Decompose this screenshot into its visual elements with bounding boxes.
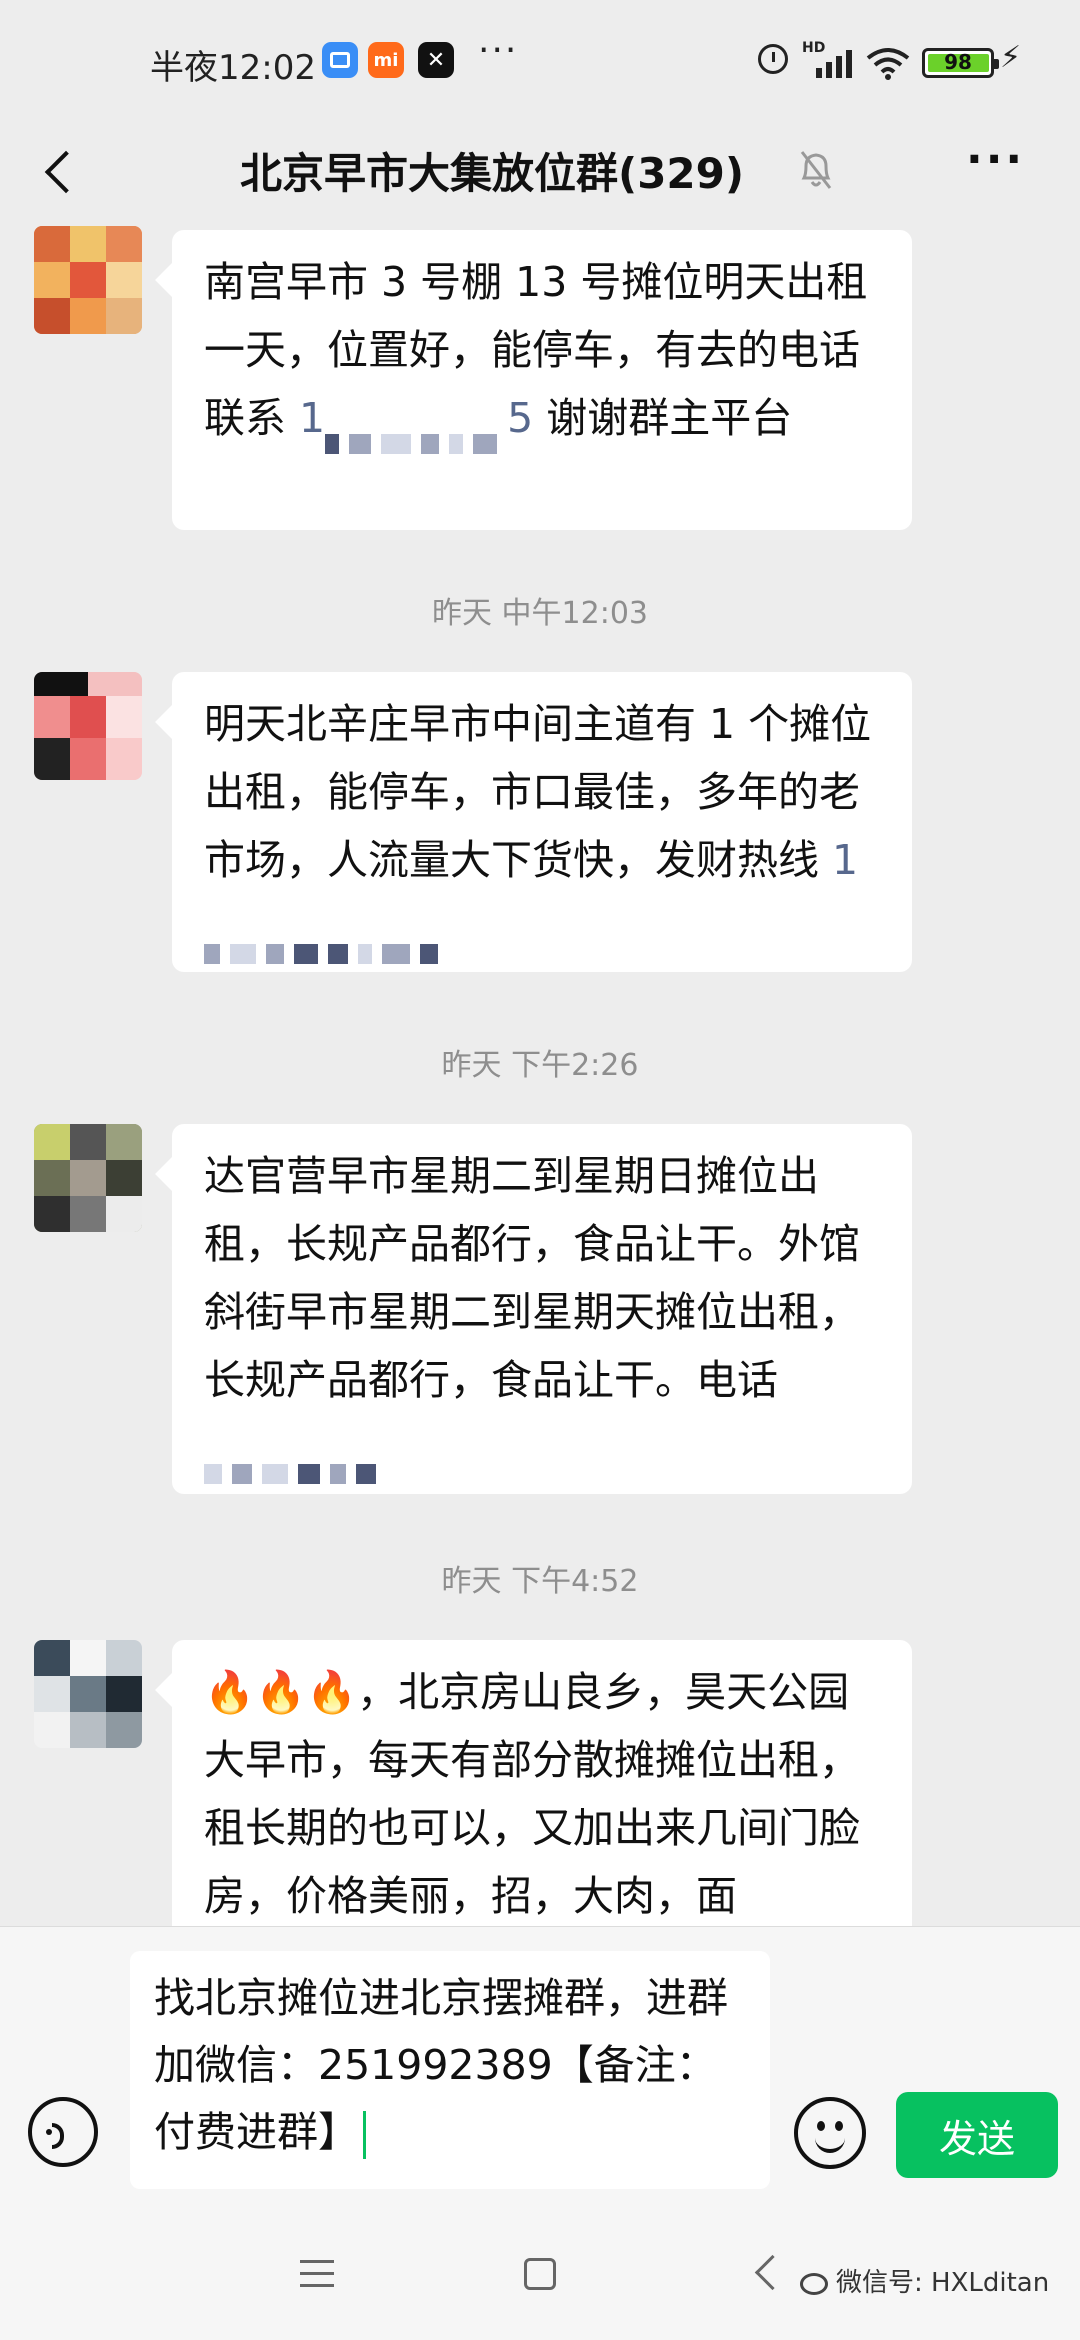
wechat-icon: [800, 2272, 828, 2295]
emoji-button[interactable]: [794, 2097, 866, 2169]
status-bar: 半夜12:02 mi ✕ ··· HD 98 ⚡: [0, 0, 1080, 128]
capcut-app-icon: ✕: [418, 42, 454, 78]
avatar[interactable]: [34, 226, 142, 334]
chat-header: 北京早市大集放位群(329) ···: [0, 128, 1080, 224]
chevron-left-icon: [44, 150, 88, 194]
message-draft: 找北京摊位进北京摆摊群，进群加微信：251992389【备注：付费进群】: [154, 1974, 728, 2156]
send-button[interactable]: 发送: [896, 2092, 1058, 2178]
redacted-mosaic: [204, 917, 448, 964]
watermark: 微信号: HXLditan: [800, 2262, 1049, 2299]
message-text: 达官营早市星期二到星期日摊位出租，长规产品都行，食品让干。外馆斜街早市星期二到星…: [204, 1152, 860, 1404]
home-button[interactable]: [524, 2258, 556, 2290]
back-button[interactable]: [30, 142, 90, 202]
timestamp: 昨天 下午4:52: [441, 1564, 639, 1599]
text-cursor: [363, 2111, 366, 2159]
voice-input-button[interactable]: [28, 2097, 98, 2167]
redacted-mosaic: [204, 1437, 386, 1484]
mi-app-icon: mi: [368, 42, 404, 78]
signal-icon: [812, 44, 854, 78]
timestamp: 昨天 下午2:26: [441, 1048, 639, 1083]
status-time: 半夜12:02: [150, 48, 316, 88]
wifi-icon: [866, 48, 910, 80]
mute-bell-icon: [800, 151, 832, 189]
battery-level: 98: [944, 50, 972, 74]
message-bubble[interactable]: 南宫早市 3 号棚 13 号摊位明天出租一天，位置好，能停车，有去的电话联系 1…: [172, 230, 912, 530]
message-text: 谢谢群主平台: [533, 394, 793, 442]
message-input[interactable]: 找北京摊位进北京摆摊群，进群加微信：251992389【备注：付费进群】: [130, 1951, 770, 2189]
message-text: 🔥🔥🔥，北京房山良乡，昊天公园大早市，每天有部分散摊摊位出租，租长期的也可以，又…: [204, 1668, 860, 1920]
input-bar: 找北京摊位进北京摆摊群，进群加微信：251992389【备注：付费进群】 发送: [0, 1926, 1080, 2211]
avatar[interactable]: [34, 1124, 142, 1232]
redacted-mosaic: [325, 407, 507, 454]
group-title: 北京早市大集放位群(329): [240, 149, 745, 198]
recent-apps-button[interactable]: [300, 2260, 334, 2288]
avatar[interactable]: [34, 672, 142, 780]
system-back-button[interactable]: [754, 2254, 791, 2291]
message-bubble[interactable]: 达官营早市星期二到星期日摊位出租，长规产品都行，食品让干。外馆斜街早市星期二到星…: [172, 1124, 912, 1494]
phone-number-link[interactable]: 15: [299, 394, 533, 454]
calendar-app-icon: [322, 42, 358, 78]
more-menu-button[interactable]: ···: [966, 134, 1025, 185]
message-text: 明天北辛庄早市中间主道有 1 个摊位出租，能停车，市口最佳，多年的老市场，人流量…: [204, 700, 872, 884]
alarm-icon: [758, 44, 788, 74]
charging-icon: ⚡: [1000, 40, 1022, 75]
message-bubble[interactable]: 🔥🔥🔥，北京房山良乡，昊天公园大早市，每天有部分散摊摊位出租，租长期的也可以，又…: [172, 1640, 912, 1926]
system-nav-bar: 微信号: HXLditan: [0, 2210, 1080, 2340]
chat-area[interactable]: 南宫早市 3 号棚 13 号摊位明天出租一天，位置好，能停车，有去的电话联系 1…: [0, 224, 1080, 1926]
battery-icon: 98: [922, 48, 999, 78]
avatar[interactable]: [34, 1640, 142, 1748]
status-more-icon: ···: [478, 30, 519, 71]
message-bubble[interactable]: 明天北辛庄早市中间主道有 1 个摊位出租，能停车，市口最佳，多年的老市场，人流量…: [172, 672, 912, 972]
timestamp: 昨天 中午12:03: [432, 596, 648, 631]
phone-number-link[interactable]: [204, 1424, 386, 1484]
